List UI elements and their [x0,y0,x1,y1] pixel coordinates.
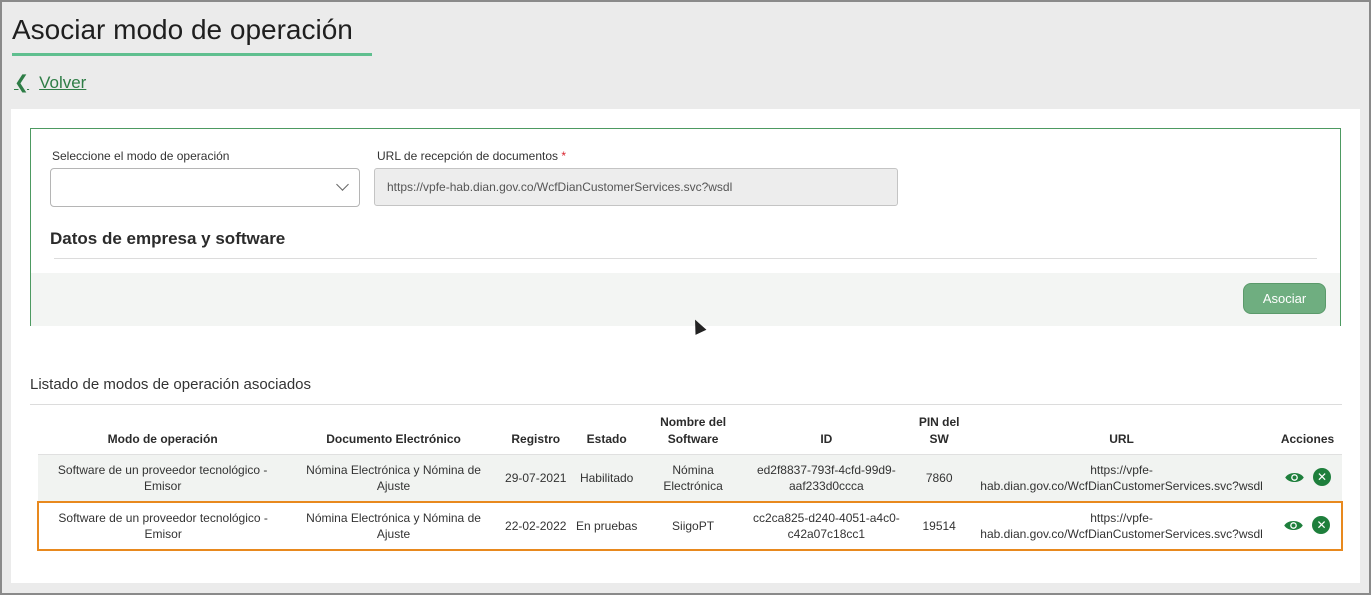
cell-id: cc2ca825-d240-4051-a4c0-c42a07c18cc1 [744,501,909,551]
col-id: ID [820,431,833,446]
cell-pin: 7860 [908,453,971,502]
main-content: Seleccione el modo de operación URL de r… [11,109,1360,583]
cell-registro: 29-07-2021 [499,453,572,502]
url-input[interactable] [374,168,898,206]
mode-select[interactable] [50,168,360,207]
back-link[interactable]: ❮ Volver [14,72,86,93]
form-footer: Asociar [31,273,1340,326]
section-divider [54,258,1317,259]
cell-id: ed2f8837-793f-4cfd-99d9-aaf233d0ccca [744,453,909,502]
eye-icon[interactable] [1284,471,1305,484]
list-title: Listado de modos de operación asociados [30,376,312,393]
col-estado: Estado [586,431,627,446]
col-acciones: Acciones [1280,431,1335,446]
col-nombre: Nombre del Software [660,414,727,446]
col-modo: Modo de operación [107,431,218,446]
modes-table: Modo de operación Documento Electrónico … [36,409,1344,551]
cell-url: https://vpfe-hab.dian.gov.co/WcfDianCust… [970,501,1273,551]
close-circle-icon[interactable]: ✕ [1312,516,1331,535]
table-row: Software de un proveedor tecnológico - E… [38,453,1342,502]
back-link-label[interactable]: Volver [39,73,86,93]
cell-estado: En pruebas [571,501,642,551]
col-registro: Registro [511,431,561,446]
table-row-selected: Software de un proveedor tecnológico - E… [36,501,1344,551]
cell-documento: Nómina Electrónica y Nómina de Ajuste [287,501,500,551]
cell-pin: 19514 [908,501,971,551]
col-url: URL [1109,431,1134,446]
required-mark: * [561,149,567,163]
eye-icon[interactable] [1283,519,1304,532]
asociar-button[interactable]: Asociar [1243,283,1326,314]
cell-modo: Software de un proveedor tecnológico - E… [36,501,288,551]
section-title: Datos de empresa y software [50,229,286,248]
cell-nombre: SiigoPT [641,501,745,551]
association-form: Seleccione el modo de operación URL de r… [30,128,1341,335]
cell-documento: Nómina Electrónica y Nómina de Ajuste [287,453,500,502]
cell-nombre: Nómina Electrónica [641,453,745,502]
page-title: Asociar modo de operación [12,14,353,45]
cell-url: https://vpfe-hab.dian.gov.co/WcfDianCust… [970,453,1273,502]
cell-registro: 22-02-2022 [499,501,572,551]
close-circle-icon[interactable]: ✕ [1312,468,1331,486]
mode-label: Seleccione el modo de operación [52,149,230,163]
cell-acciones: ✕ [1272,453,1342,502]
chevron-left-icon: ❮ [14,72,30,92]
title-underline [12,53,372,56]
url-label: URL de recepción de documentos * [377,149,566,163]
list-divider [30,404,1342,405]
col-documento: Documento Electrónico [326,431,461,446]
cell-estado: Habilitado [571,453,642,502]
chevron-down-icon [336,178,349,191]
col-pin: PIN del SW [918,414,960,446]
cell-modo: Software de un proveedor tecnológico - E… [38,453,288,502]
url-label-text: URL de recepción de documentos [377,149,558,163]
table-header-row: Modo de operación Documento Electrónico … [38,409,1342,454]
cell-acciones: ✕ [1272,501,1344,551]
